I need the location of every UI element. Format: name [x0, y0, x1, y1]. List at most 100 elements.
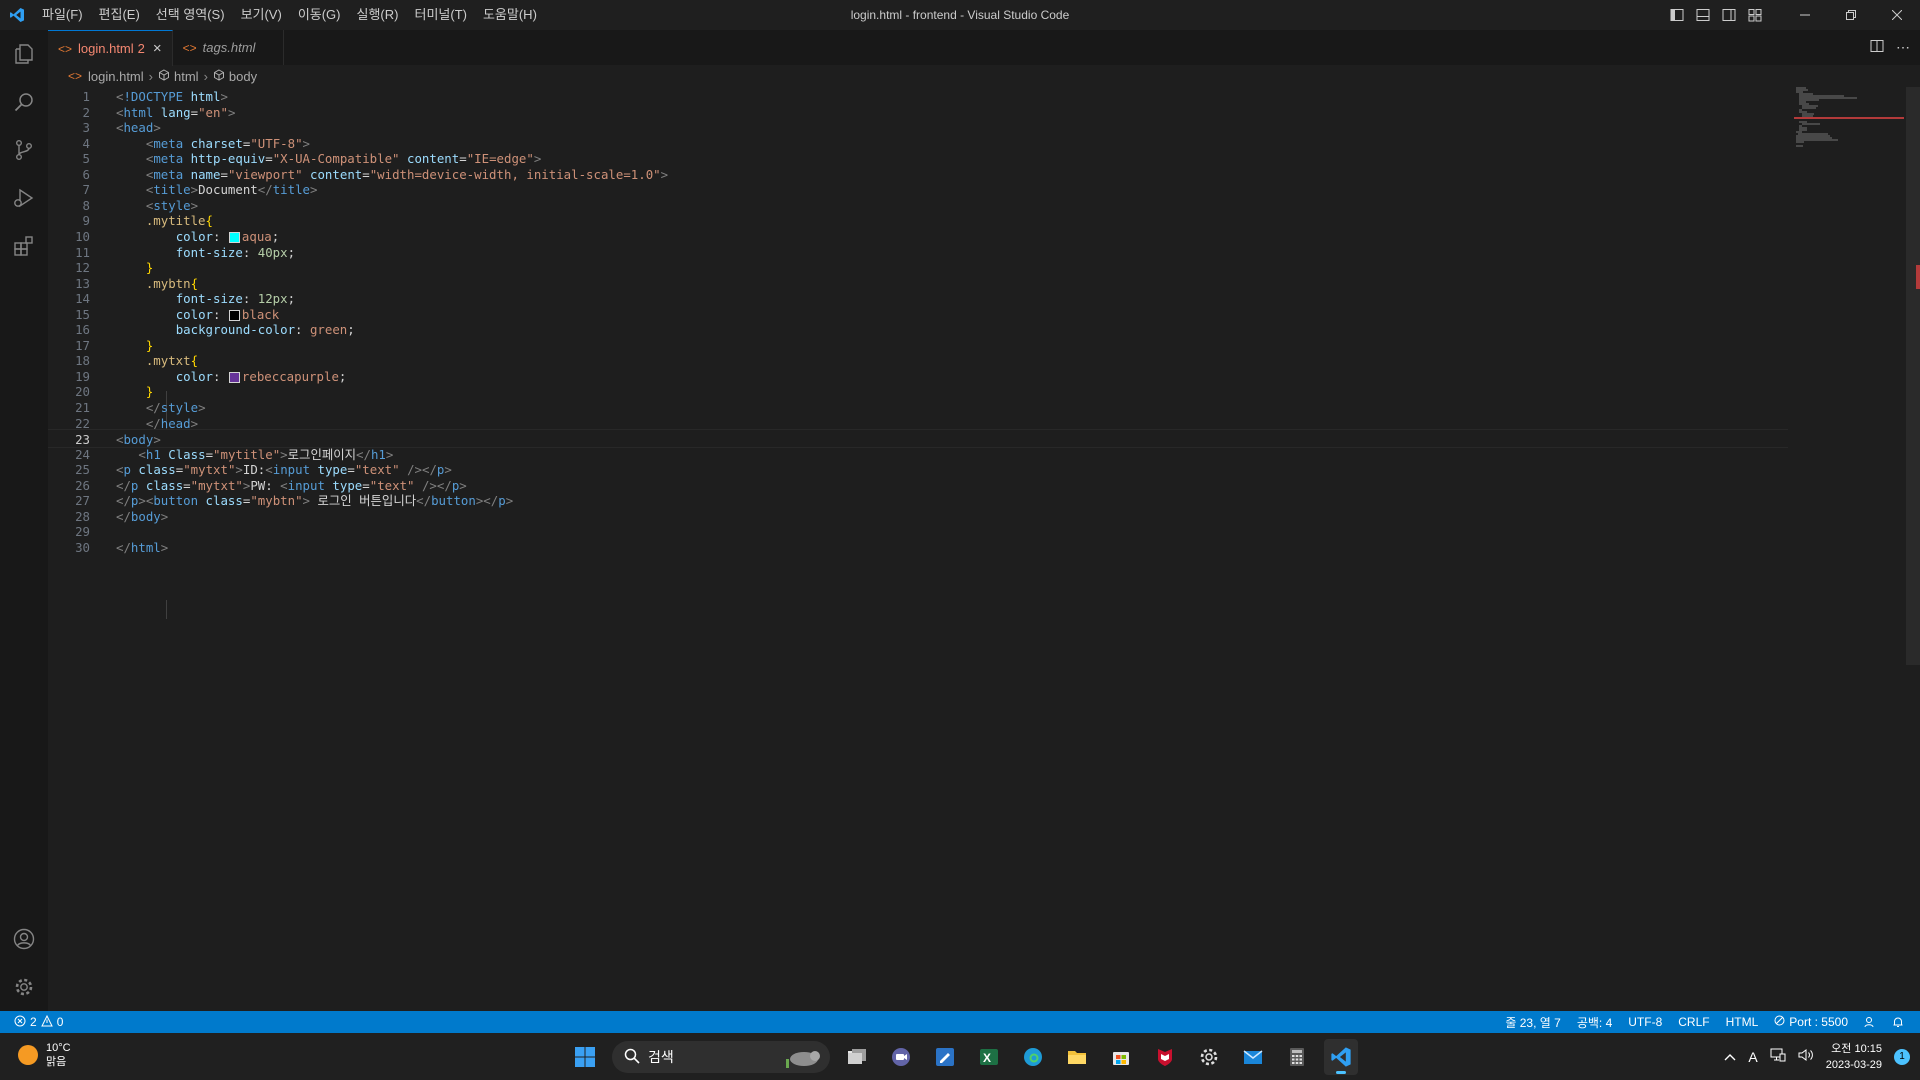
close-tab-icon[interactable]: ×	[153, 40, 162, 57]
toggle-panel-icon[interactable]	[1690, 0, 1716, 30]
start-windows-icon[interactable]	[568, 1039, 602, 1075]
editor-scrollbar[interactable]	[1906, 87, 1920, 665]
warning-count[interactable]: 0	[57, 1015, 64, 1029]
split-editor-icon[interactable]	[1870, 39, 1884, 56]
chevron-right-icon: ›	[203, 68, 208, 84]
whiteboard-app-icon[interactable]	[928, 1039, 962, 1075]
port-label: Port : 5500	[1789, 1015, 1848, 1029]
vscode-taskbar-icon[interactable]	[1324, 1039, 1358, 1075]
settings-gear-icon[interactable]	[1192, 1039, 1226, 1075]
breadcrumb: <> login.html › html › body	[48, 65, 1920, 87]
search-highlight-illustration-icon	[782, 1047, 822, 1072]
code-token: html	[130, 539, 161, 555]
search-icon[interactable]	[0, 78, 48, 126]
mcafee-shield-icon[interactable]	[1148, 1039, 1182, 1075]
status-bar: 2 0 줄 23, 열 7 공백: 4 UTF-8 CRLF HTML Port…	[0, 1011, 1920, 1033]
language-mode[interactable]: HTML	[1718, 1015, 1767, 1029]
edge-browser-icon[interactable]	[1016, 1039, 1050, 1075]
menu-help[interactable]: 도움말(H)	[475, 0, 545, 30]
extensions-icon[interactable]	[0, 222, 48, 270]
cursor-position[interactable]: 줄 23, 열 7	[1497, 1014, 1568, 1031]
line-number: 30	[75, 539, 90, 555]
tab-label: tags.html	[202, 40, 256, 55]
system-clock[interactable]: 오전 10:15 2023-03-29	[1826, 1041, 1882, 1073]
error-icon[interactable]	[14, 1015, 26, 1030]
tab-login-html[interactable]: <> login.html 2 ×	[48, 30, 173, 66]
feedback-icon[interactable]	[1856, 1016, 1884, 1028]
menu-terminal[interactable]: 터미널(T)	[406, 0, 474, 30]
tab-bar: <> login.html 2 × <> tags.html ⋯	[48, 30, 1920, 66]
close-window-icon[interactable]	[1874, 0, 1920, 30]
restore-icon[interactable]	[1828, 0, 1874, 30]
weather-desc: 맑음	[46, 1056, 67, 1068]
chevron-right-icon: ›	[148, 68, 153, 84]
weather-widget[interactable]: 10°C 맑음	[18, 1041, 71, 1069]
color-swatch-icon	[228, 309, 240, 321]
code-text: </html>	[116, 538, 168, 557]
manage-gear-icon[interactable]	[0, 963, 48, 1011]
search-placeholder: 검색	[648, 1049, 674, 1065]
code-line[interactable]: 30 </html>	[48, 538, 1788, 557]
notification-count-badge[interactable]: 1	[1894, 1048, 1910, 1065]
html-file-icon: <>	[58, 41, 73, 56]
accounts-icon[interactable]	[0, 915, 48, 963]
indentation[interactable]: 공백: 4	[1569, 1014, 1620, 1031]
teams-chat-icon[interactable]	[884, 1039, 918, 1075]
run-debug-icon[interactable]	[0, 174, 48, 222]
microsoft-store-icon[interactable]	[1104, 1039, 1138, 1075]
show-hidden-icons-chevron-icon[interactable]	[1724, 1049, 1736, 1064]
mail-icon[interactable]	[1236, 1039, 1270, 1075]
volume-icon[interactable]	[1798, 1048, 1814, 1065]
menu-edit[interactable]: 편집(E)	[91, 0, 148, 30]
weather-temp: 10°C	[46, 1042, 71, 1054]
html-file-icon: <>	[182, 40, 197, 55]
menu-view[interactable]: 보기(V)	[233, 0, 290, 30]
activity-bar	[0, 30, 48, 1011]
code-editor[interactable]: 1 <!DOCTYPE html> 2 <html lang="en"> 3 <head>…	[48, 87, 1906, 1011]
breadcrumb-html[interactable]: html	[174, 69, 199, 84]
search-icon	[624, 1048, 640, 1067]
clock-date: 2023-03-29	[1825, 1058, 1882, 1071]
explorer-icon[interactable]	[0, 30, 48, 78]
vscode-logo-icon	[0, 0, 34, 30]
code-token: </	[116, 539, 131, 555]
taskbar-search[interactable]: 검색	[612, 1041, 830, 1073]
encoding[interactable]: UTF-8	[1620, 1015, 1670, 1029]
scrollbar-error-marker	[1916, 265, 1920, 289]
task-view-icon[interactable]	[840, 1039, 874, 1075]
breadcrumb-body[interactable]: body	[229, 69, 257, 84]
color-swatch-icon	[228, 371, 240, 383]
menu-run[interactable]: 실행(R)	[349, 0, 407, 30]
ime-indicator[interactable]: A	[1748, 1049, 1757, 1065]
breadcrumb-file[interactable]: login.html	[88, 69, 144, 84]
tab-tags-html[interactable]: <> tags.html	[173, 30, 284, 65]
clock-time: 오전 10:15	[1831, 1042, 1882, 1055]
source-control-icon[interactable]	[0, 126, 48, 174]
more-actions-icon[interactable]: ⋯	[1896, 39, 1910, 56]
toggle-secondary-sidebar-icon[interactable]	[1716, 0, 1742, 30]
sun-icon	[18, 1045, 38, 1065]
warning-icon[interactable]	[40, 1014, 53, 1030]
no-entry-icon	[1774, 1015, 1785, 1029]
file-explorer-icon[interactable]	[1060, 1039, 1094, 1075]
minimize-icon[interactable]	[1782, 0, 1828, 30]
end-of-line[interactable]: CRLF	[1670, 1015, 1717, 1029]
notifications-bell-icon[interactable]	[1884, 1016, 1912, 1028]
network-icon[interactable]	[1770, 1048, 1786, 1065]
menu-selection[interactable]: 선택 영역(S)	[148, 0, 233, 30]
menu-go[interactable]: 이동(G)	[290, 0, 349, 30]
element-cube-icon	[213, 68, 225, 84]
excel-icon[interactable]: X	[972, 1039, 1006, 1075]
calculator-icon[interactable]	[1280, 1039, 1314, 1075]
html-file-icon: <>	[68, 69, 83, 83]
live-server-port[interactable]: Port : 5500	[1766, 1015, 1856, 1029]
toggle-primary-sidebar-icon[interactable]	[1664, 0, 1690, 30]
element-cube-icon	[158, 68, 170, 84]
customize-layout-icon[interactable]	[1742, 0, 1768, 30]
title-bar: 파일(F) 편집(E) 선택 영역(S) 보기(V) 이동(G) 실행(R) 터…	[0, 0, 1920, 30]
menu-file[interactable]: 파일(F)	[34, 0, 91, 30]
error-count[interactable]: 2	[30, 1015, 37, 1029]
minimap[interactable]	[1794, 87, 1904, 157]
windows-taskbar: 10°C 맑음 검색 X A 오전 10:15 2023-03-29 1	[0, 1033, 1920, 1080]
color-swatch-icon	[228, 231, 240, 243]
